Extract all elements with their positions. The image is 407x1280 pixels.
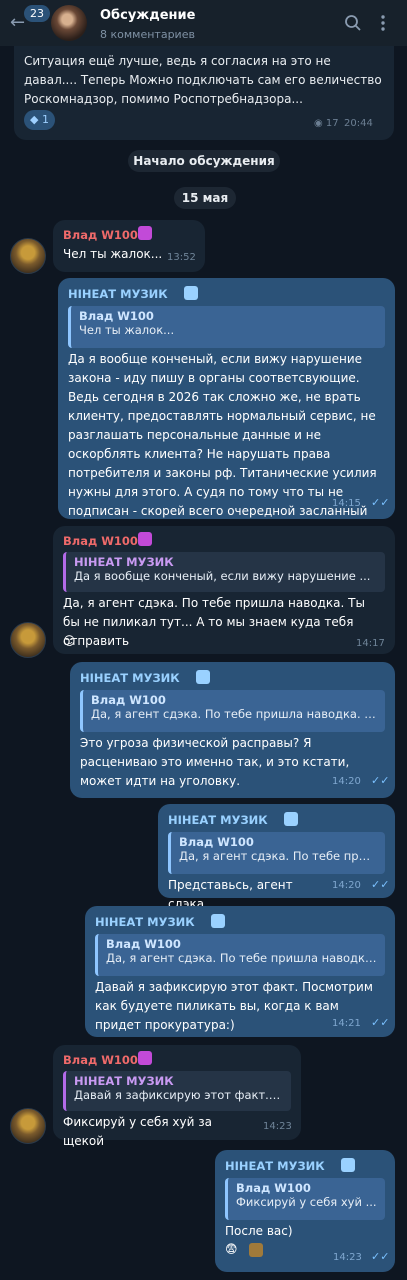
read-checkmarks-icon: ✓✓ [371, 496, 390, 509]
channel-avatar[interactable] [51, 5, 87, 41]
sender-name[interactable]: Влад W100 [63, 534, 138, 548]
quote-text: Да, я агент сдэка. По тебе пришла наводк… [91, 707, 377, 721]
message-text: Да, я агент сдэка. По тебе пришла наводк… [63, 596, 365, 648]
message-bubble[interactable]: НIНЕАТ МУЗИК Влад W100 Фиксируй у себя х… [215, 1150, 395, 1272]
avatar[interactable] [10, 238, 46, 274]
reply-quote[interactable]: Влад W100 Да, я агент сдэка. По тебе при… [168, 832, 385, 874]
chat-subtitle: 8 комментариев [100, 28, 195, 41]
quote-text: Фиксируй у себя хуй ... [236, 1195, 377, 1209]
message-text: После вас) [225, 1224, 293, 1238]
message-time: 13:52 [167, 252, 196, 263]
sender-name[interactable]: НIНЕАТ МУЗИК [95, 915, 195, 929]
reply-quote[interactable]: Влад W100 Да, я агент сдэка. По тебе при… [80, 690, 385, 732]
quote-author: НIНЕАТ МУЗИК [74, 1074, 174, 1088]
fearful-emoji-icon: 😨 [225, 1242, 238, 1256]
more-vertical-icon[interactable] [380, 14, 386, 36]
search-icon[interactable] [344, 14, 362, 36]
message-time: 14:17 [356, 638, 385, 649]
badge-emoji-icon [184, 286, 198, 300]
quote-text: Давай я зафиксирую этот факт. П... [74, 1088, 283, 1102]
read-checkmarks-icon: ✓✓ [371, 774, 390, 787]
message-bubble[interactable]: НIНЕАТ МУЗИК Влад W100 Да, я агент сдэка… [158, 804, 395, 911]
read-checkmarks-icon: ✓✓ [371, 1250, 390, 1263]
badge-emoji-icon [138, 1051, 152, 1065]
reply-quote[interactable]: Влад W100 Да, я агент сдэка. По тебе при… [95, 934, 385, 976]
message-bubble[interactable]: Влад W100 Чел ты жалок... 13:52 [53, 220, 205, 272]
sender-name[interactable]: Влад W100 [63, 1053, 138, 1067]
eye-icon: ◉ [314, 118, 323, 129]
sender-name[interactable]: Влад W100 [63, 228, 138, 242]
quote-text: Да я вообще конченый, если вижу нарушени… [74, 569, 371, 583]
message-text: Чел ты жалок... [63, 247, 163, 261]
views-counter: ◉ 17 [314, 118, 339, 129]
badge-emoji-icon [138, 226, 152, 240]
views-count: 17 [325, 118, 339, 129]
discussion-start-label: Начало обсуждения [128, 150, 280, 172]
avatar[interactable] [10, 1108, 46, 1144]
date-label: 15 мая [174, 187, 236, 209]
sticker-emoji-icon [249, 1243, 263, 1257]
quote-author: Влад W100 [179, 835, 254, 849]
sender-name[interactable]: НIНЕАТ МУЗИК [168, 813, 268, 827]
quote-author: НIНЕАТ МУЗИК [74, 555, 174, 569]
reaction-count: 1 [41, 113, 49, 126]
quote-author: Влад W100 [236, 1181, 311, 1195]
reply-quote[interactable]: Влад W100 Чел ты жалок... [68, 306, 385, 348]
sender-name[interactable]: НIНЕАТ МУЗИК [80, 671, 180, 685]
message-bubble[interactable]: Влад W100 НIНЕАТ МУЗИК Да я вообще конче… [53, 526, 395, 654]
parent-post-text: Ситуация ещё лучше, ведь я согласия на э… [24, 54, 382, 106]
message-bubble[interactable]: НIНЕАТ МУЗИК Влад W100 Чел ты жалок... Д… [58, 278, 395, 537]
badge-emoji-icon [341, 1158, 355, 1172]
reply-quote[interactable]: НIНЕАТ МУЗИК Давай я зафиксирую этот фак… [63, 1071, 291, 1111]
message-text: Да я вообще конченый, если вижу нарушени… [68, 352, 377, 537]
message-bubble[interactable]: НIНЕАТ МУЗИК Влад W100 Да, я агент сдэка… [70, 662, 395, 798]
message-time: 14:23 [333, 1252, 362, 1263]
chat-title[interactable]: Обсуждение [100, 8, 195, 23]
message-time: 14:15 [332, 498, 361, 509]
smirk-emoji-icon: 😏 [63, 634, 76, 648]
badge-emoji-icon [211, 914, 225, 928]
reply-quote[interactable]: Влад W100 Фиксируй у себя хуй ... [225, 1178, 385, 1220]
read-checkmarks-icon: ✓✓ [371, 878, 390, 891]
quote-author: Влад W100 [106, 937, 181, 951]
post-time: 20:44 [344, 118, 373, 129]
read-checkmarks-icon: ✓✓ [371, 1016, 390, 1029]
message-text: Фиксируй у себя хуй за щекой [63, 1115, 212, 1148]
message-time: 14:20 [332, 880, 361, 891]
quote-author: Влад W100 [91, 693, 166, 707]
message-time: 14:20 [332, 776, 361, 787]
badge-emoji-icon [138, 532, 152, 546]
quote-author: Влад W100 [79, 309, 154, 323]
message-time: 14:23 [263, 1121, 292, 1132]
badge-emoji-icon [196, 670, 210, 684]
avatar[interactable] [10, 622, 46, 658]
badge-emoji-icon [284, 812, 298, 826]
message-bubble[interactable]: Влад W100 НIНЕАТ МУЗИК Давай я зафиксиру… [53, 1045, 301, 1148]
message-bubble[interactable]: НIНЕАТ МУЗИК Влад W100 Да, я агент сдэка… [85, 906, 395, 1037]
sender-name[interactable]: НIНЕАТ МУЗИК [68, 287, 168, 301]
unread-badge: 23 [24, 5, 50, 22]
reply-quote[interactable]: НIНЕАТ МУЗИК Да я вообще конченый, если … [63, 552, 385, 592]
quote-text: Чел ты жалок... [79, 323, 175, 337]
unread-count: 23 [30, 7, 44, 20]
reaction-chip[interactable]: ◆ 1 [24, 110, 55, 130]
parent-post: Ситуация ещё лучше, ведь я согласия на э… [14, 46, 394, 140]
quote-text: Да, я агент сдэка. По тебе пришла наводк… [106, 951, 377, 965]
sender-name[interactable]: НIНЕАТ МУЗИК [225, 1159, 325, 1173]
quote-text: Да, я агент сдэка. По тебе при... [179, 849, 377, 863]
message-time: 14:21 [332, 1018, 361, 1029]
diamond-icon: ◆ [30, 113, 39, 126]
